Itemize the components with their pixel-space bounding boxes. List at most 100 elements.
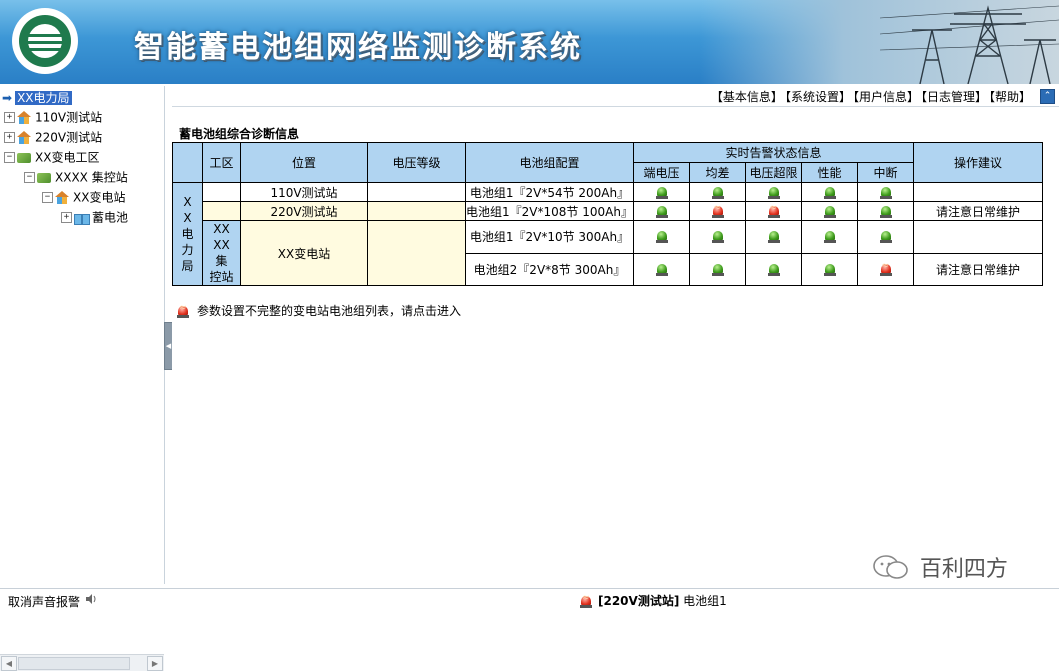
tree-item-work-area[interactable]: − XX变电工区 [4,148,99,166]
status-lamp-icon [767,186,780,199]
divider [172,106,1059,107]
work-area-icon [16,151,32,165]
table-row[interactable]: 220V测试站 电池组1『2V*108节 100Ah』 请注意日常维护 [173,201,1043,221]
table-row[interactable]: XX XX 集控站 XX变电站 电池组1『2V*10节 300Ah』 [173,220,1043,286]
wechat-icon [873,555,908,579]
status-cell [857,252,914,286]
substation-cell[interactable]: XX变电站 [240,220,368,286]
header-alarm-group: 实时告警状态信息 [633,142,914,163]
status-lamp-icon [655,186,668,199]
header-deviation: 均差 [689,162,746,183]
menu-basic-info[interactable]: 【基本信息】 [711,90,783,104]
mute-alarm-button[interactable]: 取消声音报警 [8,593,80,610]
collapse-icon[interactable]: − [4,152,15,163]
status-lamp-icon [655,205,668,218]
status-lamp-icon [823,231,836,244]
status-lamp-icon [879,205,892,218]
power-tower-image [880,5,1059,84]
alarm-station: [220V测试站] [598,594,680,608]
menu-user-info[interactable]: 【用户信息】 [853,90,919,104]
expand-icon[interactable]: + [4,132,15,143]
location-cell[interactable]: 110V测试站 [240,182,368,202]
scroll-right-icon[interactable]: ▶ [147,656,163,671]
tree-item-battery[interactable]: + 蓄电池 [61,208,128,226]
header-area: 工区 [202,142,241,183]
tree-horizontal-scrollbar[interactable]: ◀ ▶ [0,654,164,671]
voltage-cell [367,220,466,286]
status-cell [801,252,858,286]
station-icon [16,130,32,145]
status-cell [633,252,690,286]
table-row[interactable]: XX电力局 110V测试站 电池组1『2V*54节 200Ah』 [172,182,1043,286]
tree-item-root[interactable]: ➡ XX电力局 [2,88,72,106]
bureau-cell: XX电力局 [172,182,203,286]
status-cell [689,220,746,254]
menu-help[interactable]: 【帮助】 [989,90,1031,104]
station-icon [16,110,32,125]
status-cell [801,220,858,254]
section-title: 蓄电池组综合诊断信息 [179,127,300,141]
alarm-lamp-icon [177,303,189,318]
suggestion-cell: 请注意日常维护 [913,252,1043,286]
suggestion-cell [913,182,1043,202]
status-cell [689,182,746,202]
expand-icon[interactable]: + [4,112,15,123]
app-header: 智能蓄电池组网络监测诊断系统 [0,0,1059,84]
menu-system-settings[interactable]: 【系统设置】 [785,90,851,104]
company-logo [14,10,76,72]
scroll-thumb[interactable] [18,657,130,670]
status-cell [689,201,746,221]
config-cell[interactable]: 电池组2『2V*8节 300Ah』 [465,252,634,286]
area-cell [202,201,241,221]
header-terminal-voltage: 端电压 [633,162,690,183]
header-suggestion: 操作建议 [913,142,1043,183]
header-blank [172,142,203,183]
alarm-battery-group: 电池组1 [683,594,727,608]
expand-icon[interactable]: + [61,212,72,223]
config-cell[interactable]: 电池组1『2V*108节 100Ah』 [465,201,634,221]
menu-log-management[interactable]: 【日志管理】 [921,90,987,104]
status-lamp-icon [711,186,724,199]
status-lamp-icon [711,231,724,244]
suggestion-cell: 请注意日常维护 [913,201,1043,221]
tree-item-substation[interactable]: − XX变电站 [42,188,125,206]
status-lamp-icon [767,263,780,276]
status-cell [801,182,858,202]
status-cell [633,182,690,202]
latest-alarm[interactable]: [220V测试站] 电池组1 [580,592,727,609]
status-cell [857,201,914,221]
status-lamp-icon [655,231,668,244]
chevron-up-icon[interactable]: ⌃ [1040,89,1055,104]
status-cell [857,182,914,202]
status-cell [689,252,746,286]
status-lamp-icon [767,203,780,218]
top-menu: 【基本信息】 【系统设置】 【用户信息】 【日志管理】 【帮助】 [709,88,1031,105]
config-cell[interactable]: 电池组1『2V*54节 200Ah』 [465,182,634,202]
config-cell[interactable]: 电池组1『2V*10节 300Ah』 [465,220,634,254]
note-text: 参数设置不完整的变电站电池组列表，请点击进入 [197,304,462,318]
status-cell [745,252,802,286]
status-lamp-icon [823,186,836,199]
control-station-icon [36,171,52,185]
control-station-cell: XX XX 集控站 [202,220,241,286]
status-lamp-icon [655,263,668,276]
area-cell [202,182,241,202]
header-voltage-level: 电压等级 [367,142,466,183]
status-cell [745,220,802,254]
tree-item-control-station[interactable]: − XXXX 集控站 [24,168,128,186]
diagnosis-table: 工区 位置 电压等级 电池组配置 实时告警状态信息 操作建议 端电压 均差 电压… [172,142,1043,286]
incomplete-config-link[interactable]: 参数设置不完整的变电站电池组列表，请点击进入 [177,302,461,319]
location-cell[interactable]: 220V测试站 [240,201,368,221]
status-cell [745,182,802,202]
scroll-left-icon[interactable]: ◀ [1,656,17,671]
speaker-icon[interactable] [84,592,98,606]
collapse-icon[interactable]: − [42,192,53,203]
tree-item-110v[interactable]: +110V测试站 [4,108,102,126]
substation-icon [54,190,70,205]
collapse-icon[interactable]: − [24,172,35,183]
navigation-tree: ➡ XX电力局 +110V测试站 +220V测试站 − XX变电工区 − XXXX 集… [0,86,165,671]
header-config: 电池组配置 [465,142,634,183]
app-title: 智能蓄电池组网络监测诊断系统 [134,30,582,65]
tree-item-220v[interactable]: +220V测试站 [4,128,102,146]
status-cell [857,220,914,254]
